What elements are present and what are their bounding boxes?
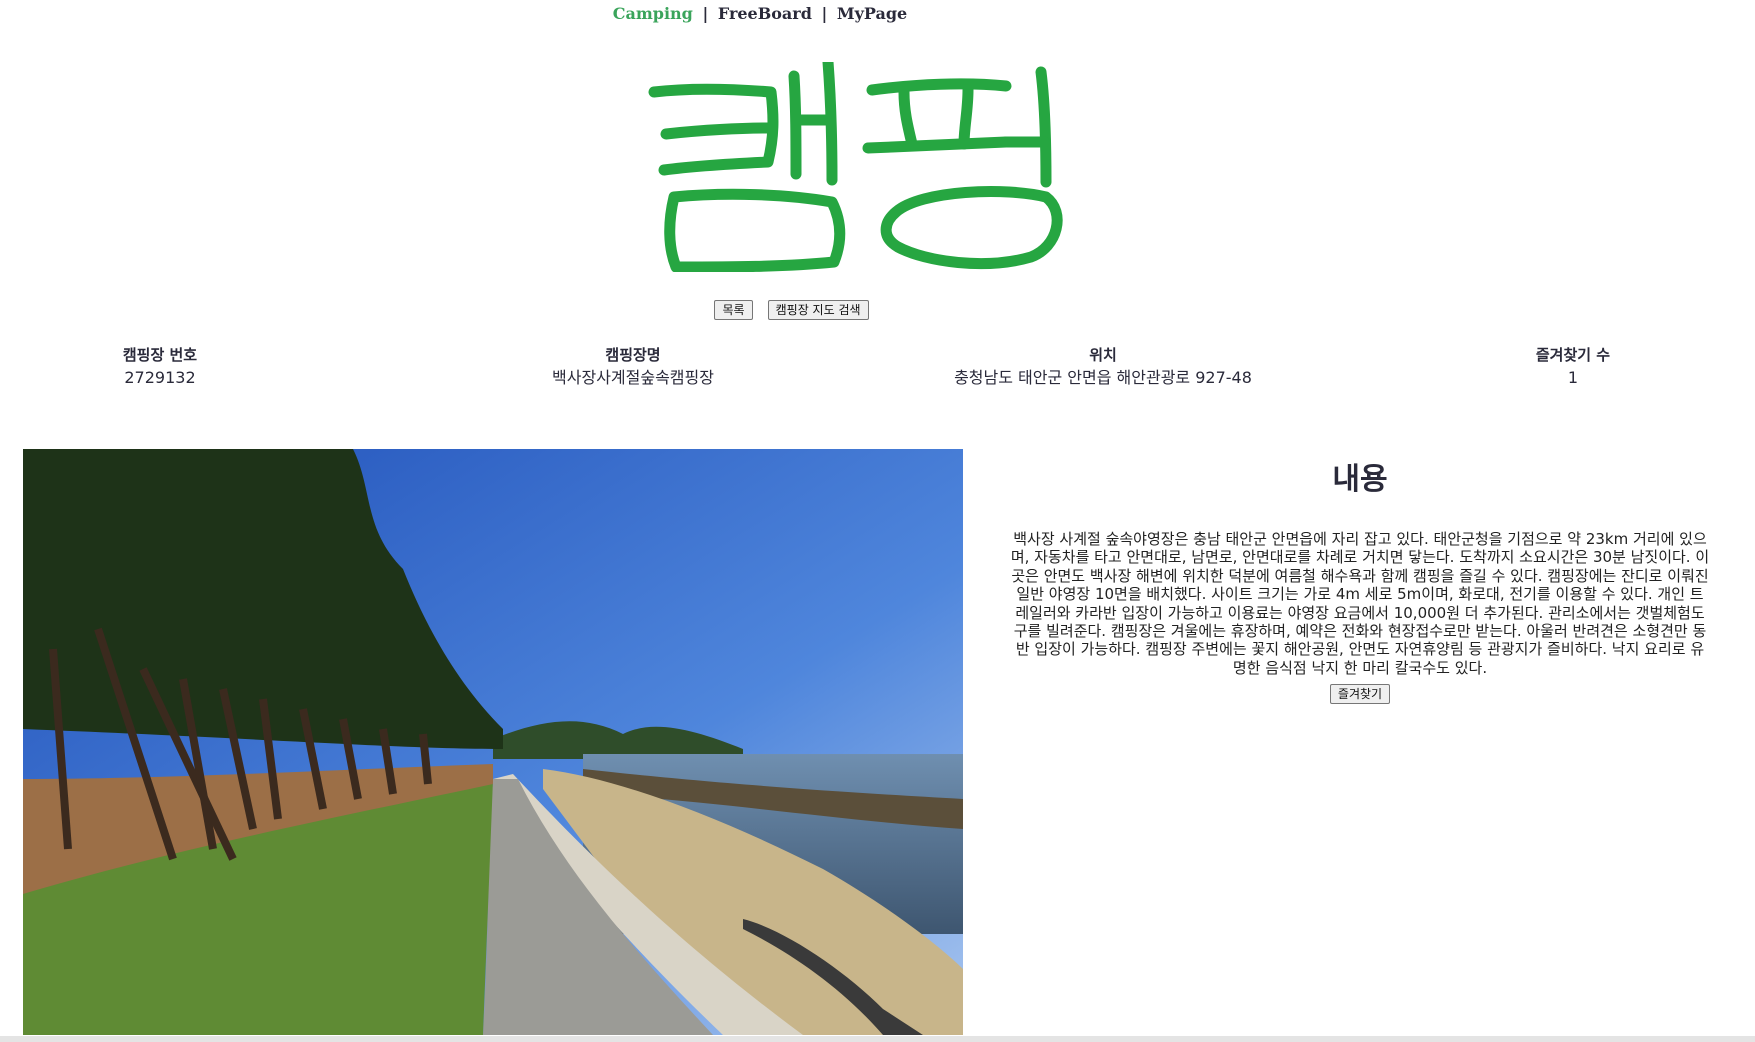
nav-separator: | bbox=[702, 4, 709, 23]
content-section: 내용 백사장 사계절 숲속야영장은 충남 태안군 안면읍에 자리 잡고 있다. … bbox=[1010, 460, 1710, 705]
camping-logo[interactable]: 캠핑 bbox=[646, 56, 1066, 273]
horizontal-scrollbar[interactable] bbox=[0, 1036, 1755, 1042]
content-title: 내용 bbox=[1332, 462, 1388, 497]
campsite-location-value: 충청남도 태안군 안면읍 해안관광로 927-48 bbox=[954, 368, 1252, 387]
list-button[interactable]: 목록 bbox=[714, 300, 753, 320]
nav-mypage-link[interactable]: MyPage bbox=[837, 4, 907, 23]
campsite-name-label: 캠핑장명 bbox=[605, 346, 661, 364]
nav-freeboard-link[interactable]: FreeBoard bbox=[718, 4, 812, 23]
map-search-button[interactable]: 캠핑장 지도 검색 bbox=[767, 300, 869, 320]
campsite-photo bbox=[23, 449, 963, 1035]
favorites-count-value: 1 bbox=[1567, 368, 1579, 387]
nav-camping-link[interactable]: Camping bbox=[613, 4, 693, 23]
favorite-button[interactable]: 즐겨찾기 bbox=[1329, 684, 1391, 705]
campsite-name-column: 캠핑장명 백사장사계절숲속캠핑장 bbox=[552, 344, 714, 390]
campsite-number-value: 2729132 bbox=[124, 368, 196, 387]
favorites-count-label: 즐겨찾기 수 bbox=[1535, 346, 1611, 364]
nav-separator: | bbox=[821, 4, 828, 23]
camping-logo-drawing bbox=[648, 56, 1063, 273]
content-description: 백사장 사계절 숲속야영장은 충남 태안군 안면읍에 자리 잡고 있다. 태안군… bbox=[1010, 530, 1710, 677]
top-navigation: Camping | FreeBoard | MyPage bbox=[0, 4, 1520, 23]
campsite-number-column: 캠핑장 번호 2729132 bbox=[123, 344, 197, 390]
action-buttons: 목록 캠핑장 지도 검색 bbox=[0, 299, 1583, 320]
campsite-number-label: 캠핑장 번호 bbox=[122, 346, 198, 364]
favorites-count-column: 즐겨찾기 수 1 bbox=[1536, 344, 1610, 390]
campsite-name-value: 백사장사계절숲속캠핑장 bbox=[552, 368, 714, 387]
campsite-location-column: 위치 충청남도 태안군 안면읍 해안관광로 927-48 bbox=[954, 344, 1252, 390]
campsite-location-label: 위치 bbox=[1089, 346, 1117, 364]
